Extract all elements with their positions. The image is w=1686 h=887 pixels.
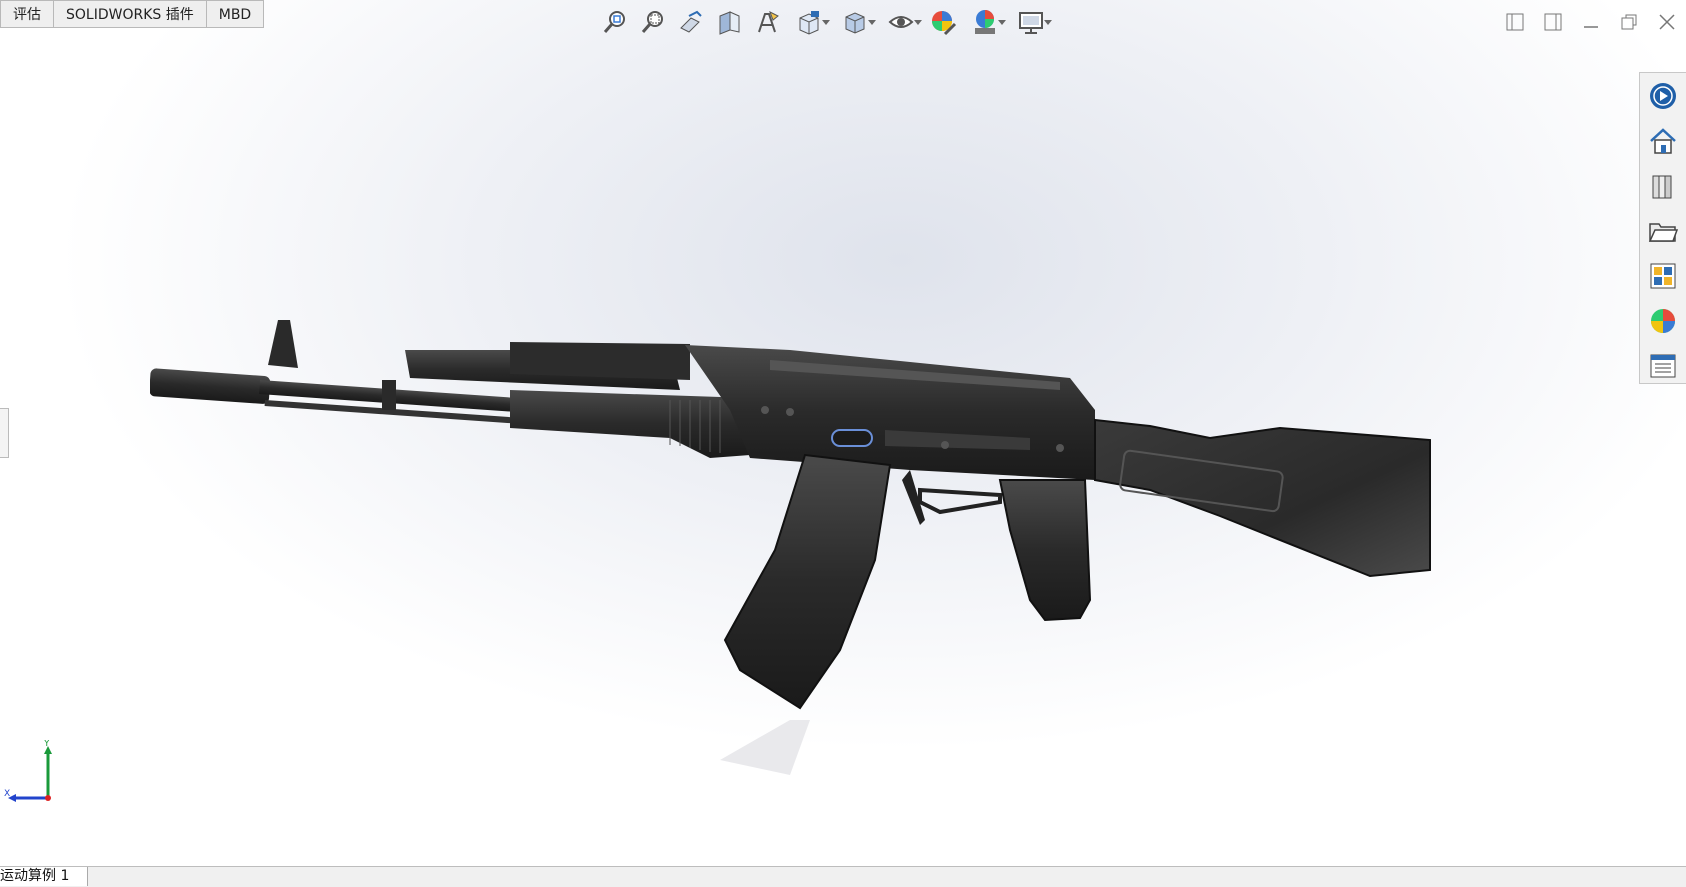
appearances-icon bbox=[1651, 308, 1675, 333]
close-icon bbox=[1659, 14, 1675, 30]
window-controls bbox=[1496, 6, 1686, 38]
tile-left-icon bbox=[1506, 13, 1524, 31]
edit-appearance-button[interactable] bbox=[924, 5, 962, 39]
section-view-icon bbox=[719, 11, 740, 35]
view-settings-caret bbox=[1044, 20, 1052, 25]
triad-x-label: X bbox=[4, 789, 10, 799]
reference-triad: Y X bbox=[4, 740, 52, 802]
tab-motion-study-1[interactable]: 运动算例 1 bbox=[0, 867, 89, 886]
restore-button[interactable] bbox=[1610, 6, 1648, 38]
appearances-button[interactable] bbox=[1640, 298, 1686, 343]
custom-properties-icon bbox=[1650, 354, 1676, 377]
feature-manager-collapse-handle[interactable] bbox=[0, 408, 9, 458]
view-settings-icon bbox=[1019, 12, 1043, 34]
apply-scene-button[interactable] bbox=[962, 5, 1008, 39]
file-explorer-icon bbox=[1648, 222, 1679, 242]
tile-right-button[interactable] bbox=[1534, 6, 1572, 38]
view-orientation-caret bbox=[822, 20, 830, 25]
view-settings-button[interactable] bbox=[1008, 5, 1054, 39]
display-style-icon bbox=[845, 12, 865, 34]
dynamic-annotation-views-button[interactable] bbox=[748, 5, 786, 39]
zoom-to-fit-button[interactable] bbox=[596, 5, 634, 39]
tab-evaluate[interactable]: 评估 bbox=[0, 0, 53, 28]
hide-show-items-caret bbox=[914, 20, 922, 25]
edit-appearance-icon bbox=[932, 11, 957, 36]
design-library-icon bbox=[1652, 175, 1672, 198]
previous-view-button[interactable] bbox=[672, 5, 710, 39]
zoom-to-fit-icon bbox=[603, 11, 625, 33]
hide-show-items-button[interactable] bbox=[878, 5, 924, 39]
close-button[interactable] bbox=[1648, 6, 1686, 38]
rifle-3d-model[interactable] bbox=[150, 320, 1540, 780]
view-orientation-button[interactable] bbox=[786, 5, 832, 39]
tile-left-button[interactable] bbox=[1496, 6, 1534, 38]
apply-scene-caret bbox=[998, 20, 1006, 25]
task-pane bbox=[1639, 72, 1686, 384]
display-style-caret bbox=[868, 20, 876, 25]
file-explorer-button[interactable] bbox=[1640, 208, 1686, 253]
view-palette-icon bbox=[1650, 263, 1676, 288]
section-view-button[interactable] bbox=[710, 5, 748, 39]
rifle-magazine bbox=[723, 453, 892, 710]
zoom-to-area-icon bbox=[641, 11, 663, 33]
view-orientation-icon bbox=[799, 11, 819, 35]
rifle-pistol-grip bbox=[998, 479, 1092, 622]
previous-view-icon bbox=[680, 10, 702, 33]
solidworks-resources-icon bbox=[1650, 82, 1676, 109]
custom-properties-button[interactable] bbox=[1640, 343, 1686, 388]
model-floor-reflection bbox=[720, 720, 810, 775]
home-icon bbox=[1650, 127, 1676, 154]
view-palette-button[interactable] bbox=[1640, 253, 1686, 298]
hide-show-items-icon bbox=[888, 16, 914, 28]
home-button[interactable] bbox=[1640, 118, 1686, 163]
minimize-button[interactable] bbox=[1572, 6, 1610, 38]
triad-y-label: Y bbox=[43, 740, 50, 749]
tile-right-icon bbox=[1544, 13, 1562, 31]
heads-up-view-toolbar bbox=[596, 5, 1054, 39]
rifle-trigger-assembly bbox=[902, 470, 1002, 525]
zoom-to-area-button[interactable] bbox=[634, 5, 672, 39]
command-manager-tabs: 评估 SOLIDWORKS 插件 MBD bbox=[0, 0, 265, 28]
restore-icon bbox=[1621, 14, 1637, 30]
rifle-receiver bbox=[685, 345, 1095, 480]
dynamic-annotation-views-icon bbox=[758, 10, 779, 33]
bottom-tab-bar: 运动算例 1 bbox=[0, 866, 1686, 887]
display-style-button[interactable] bbox=[832, 5, 878, 39]
minimize-icon bbox=[1584, 26, 1598, 28]
rifle-stock bbox=[1094, 418, 1431, 578]
design-library-button[interactable] bbox=[1640, 163, 1686, 208]
tab-mbd[interactable]: MBD bbox=[205, 0, 265, 28]
apply-scene-icon bbox=[975, 10, 995, 34]
solidworks-resources-button[interactable] bbox=[1640, 73, 1686, 118]
tab-solidworks-addins[interactable]: SOLIDWORKS 插件 bbox=[53, 0, 206, 28]
